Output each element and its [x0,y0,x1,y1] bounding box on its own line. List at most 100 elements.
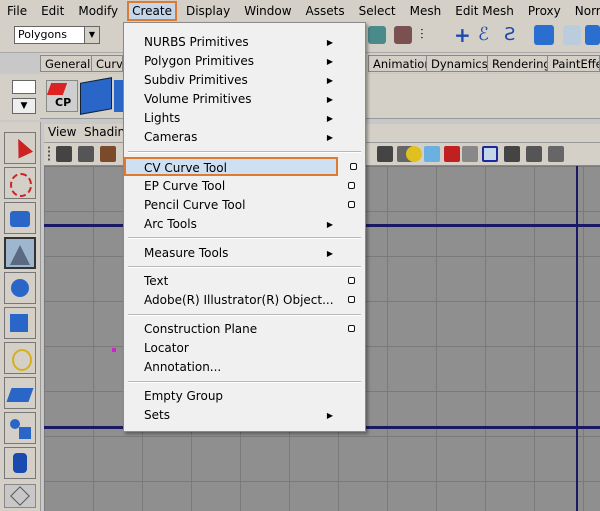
menu-item-label: Subdiv Primitives [144,73,248,87]
bookmark-icon[interactable] [100,146,116,162]
menu-item-label: Empty Group [144,389,224,403]
mode-dropdown[interactable]: Polygons ▼ [14,26,100,44]
panel-menu-view[interactable]: View [48,125,76,139]
render-icon[interactable] [534,25,554,45]
menu-item-annotation[interactable]: Annotation... [126,358,363,377]
menu-item-locator[interactable]: Locator [126,339,363,358]
menu-item-ep-curve-tool[interactable]: EP Curve Tool [126,177,363,196]
camera-icon[interactable] [56,146,72,162]
option-box-icon[interactable] [348,296,355,303]
menu-display[interactable]: Display [179,1,237,21]
menu-assets[interactable]: Assets [299,1,352,21]
plus-icon[interactable]: + [454,24,472,46]
soft-mod-tool-icon[interactable] [4,377,36,409]
option-box-icon[interactable] [348,325,355,332]
light-icon[interactable] [406,146,422,162]
shelf-menu-icon[interactable]: ▼ [12,98,36,114]
menu-item-polygon-primitives[interactable]: Polygon Primitives ▶ [126,52,363,71]
menu-item-label: Volume Primitives [144,92,252,106]
grid-icon[interactable] [504,146,520,162]
brush-icon [10,211,30,227]
lasso-icon [10,173,32,197]
tab-curves[interactable]: Curve [91,55,123,72]
tab-painteffects[interactable]: PaintEffe [547,55,600,72]
grid-axis-vertical [576,166,578,511]
diamond-icon [10,486,30,506]
option-box-icon[interactable] [348,277,355,284]
menu-edit[interactable]: Edit [34,1,71,21]
menu-item-label: Adobe(R) Illustrator(R) Object... [144,293,334,307]
menu-item-construction-plane[interactable]: Construction Plane [126,320,363,339]
menu-window[interactable]: Window [237,1,298,21]
menu-create[interactable]: Create [127,1,177,21]
option-box-icon[interactable] [348,201,355,208]
menu-select[interactable]: Select [352,1,403,21]
layout-icon[interactable] [4,484,36,508]
menu-item-label: Pencil Curve Tool [144,198,246,212]
isolate-select-icon[interactable] [482,146,498,162]
menu-normals[interactable]: Normals [568,1,600,21]
texture-icon[interactable] [424,146,440,162]
cube-icon [10,314,28,332]
tab-rendering[interactable]: Rendering [487,55,556,72]
mode-dropdown-value: Polygons [18,28,67,41]
lasso-tool-icon[interactable] [4,167,36,199]
snap-grid-icon[interactable] [394,26,412,44]
snap-curve-icon[interactable] [368,26,386,44]
submenu-arrow-icon: ▶ [326,57,333,66]
shelf-tab-toggle-icon[interactable] [12,80,36,94]
cv-curve-tool-option-box-icon[interactable] [350,163,357,170]
menu-item-label: Polygon Primitives [144,54,255,68]
shadow-icon[interactable] [444,146,460,162]
menu-file[interactable]: File [0,1,34,21]
tab-dynamics[interactable]: Dynamics [426,55,493,72]
menu-item-adobe-illustrator-object[interactable]: Adobe(R) Illustrator(R) Object... [126,291,363,310]
menu-proxy[interactable]: Proxy [521,1,568,21]
cp-button[interactable]: CP [46,80,78,112]
menu-item-subdiv-primitives[interactable]: Subdiv Primitives ▶ [126,71,363,90]
polygon-cube-icon[interactable] [80,77,112,115]
menu-item-pencil-curve-tool[interactable]: Pencil Curve Tool [126,196,363,215]
submenu-arrow-icon: ▶ [326,249,333,258]
paint-select-tool-icon[interactable] [4,202,36,234]
show-manipulator-tool-icon[interactable] [4,412,36,444]
history-icon[interactable]: ⫶ [420,26,432,44]
scale-tool-icon[interactable] [4,307,36,339]
wireframe-icon[interactable] [377,146,393,162]
menu-item-lights[interactable]: Lights ▶ [126,109,363,128]
option-box-icon[interactable] [348,182,355,189]
menu-item-volume-primitives[interactable]: Volume Primitives ▶ [126,90,363,109]
chevron-down-icon[interactable]: ▼ [84,27,99,43]
manipulator-tool-icon[interactable] [4,342,36,374]
menu-item-cameras[interactable]: Cameras ▶ [126,128,363,147]
menu-edit-mesh[interactable]: Edit Mesh [448,1,521,21]
menu-item-cv-curve-tool[interactable]: CV Curve Tool [124,157,338,176]
submenu-arrow-icon: ▶ [326,95,333,104]
xray-icon[interactable] [462,146,478,162]
film-icon[interactable] [78,146,94,162]
bend-icon[interactable]: Ƨ [504,24,524,46]
arrow-icon [10,135,34,159]
select-tool-icon[interactable] [4,132,36,164]
menu-modify[interactable]: Modify [71,1,125,21]
field-chart-icon[interactable] [548,146,564,162]
menu-item-nurbs-primitives[interactable]: NURBS Primitives ▶ [126,33,363,52]
last-tool-icon[interactable] [4,447,36,479]
panel-menu-shading[interactable]: Shadin [84,125,125,139]
gear-icon[interactable] [563,25,581,45]
tab-general[interactable]: General [40,55,96,72]
menu-item-label: Cameras [144,130,198,144]
move-tool-icon[interactable] [4,237,36,269]
rotate-tool-icon[interactable] [4,272,36,304]
menu-item-arc-tools[interactable]: Arc Tools ▶ [126,215,363,234]
render-settings-icon[interactable] [585,25,600,45]
menu-item-empty-group[interactable]: Empty Group [126,387,363,406]
menu-item-text[interactable]: Text [126,272,363,291]
submenu-arrow-icon: ▶ [326,114,333,123]
menu-mesh[interactable]: Mesh [403,1,449,21]
curve-tool-icon[interactable]: ℰ [478,24,498,46]
menu-item-measure-tools[interactable]: Measure Tools ▶ [126,244,363,263]
menu-item-sets[interactable]: Sets ▶ [126,406,363,425]
resolution-gate-icon[interactable] [526,146,542,162]
menu-separator [128,151,361,153]
